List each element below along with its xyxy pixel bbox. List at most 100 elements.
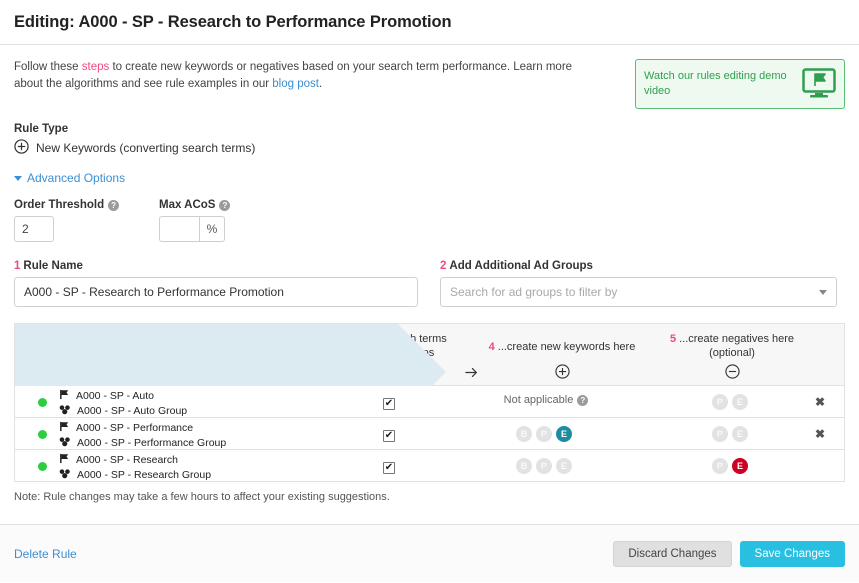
- match-type-badge-b[interactable]: B: [516, 458, 532, 474]
- steps-link[interactable]: steps: [82, 61, 110, 73]
- new-keywords-cell: Not applicable?: [455, 394, 637, 406]
- ad-group-info: A000 - SP - ResearchA000 - SP - Research…: [59, 453, 211, 483]
- blog-post-link[interactable]: blog post: [272, 78, 319, 90]
- caret-down-icon: [14, 176, 22, 181]
- step-number-3: 3: [331, 333, 337, 345]
- cut-off-next-row: [0, 575, 859, 583]
- intro-text-part1: Follow these: [14, 61, 82, 73]
- ad-group-info: A000 - SP - Auto A000 - SP - Auto Group: [59, 389, 187, 419]
- negative-match-badge-e[interactable]: E: [732, 458, 748, 474]
- table-row: A000 - SP - ResearchA000 - SP - Research…: [15, 450, 844, 482]
- status-dot: [38, 462, 47, 471]
- order-threshold-field: Order Threshold ?: [14, 199, 159, 242]
- rule-type-value: New Keywords (converting search terms): [36, 141, 255, 155]
- remove-row-button[interactable]: ✖: [815, 428, 825, 440]
- column-header-negatives: 5...create negatives here (optional): [657, 332, 807, 360]
- flag-icon: [59, 389, 70, 404]
- search-terms-checkbox[interactable]: ✔: [383, 398, 395, 410]
- discard-changes-button[interactable]: Discard Changes: [613, 541, 731, 567]
- negative-match-badge-e[interactable]: E: [732, 394, 748, 410]
- negatives-cell: PE: [657, 394, 807, 410]
- column-header-ad-groups: Ad Groups: [27, 346, 82, 360]
- plus-circle-icon: [14, 139, 29, 157]
- max-acos-field: Max ACoS ? %: [159, 199, 230, 242]
- match-type-badge-e[interactable]: E: [556, 426, 572, 442]
- add-ad-groups-select-wrap: [440, 277, 837, 307]
- match-type-badge-e[interactable]: E: [556, 458, 572, 474]
- search-terms-checkbox-cell: ✔: [321, 395, 457, 410]
- negative-match-badge-p[interactable]: P: [712, 458, 728, 474]
- status-dot: [38, 430, 47, 439]
- rule-name-input[interactable]: [14, 277, 418, 307]
- ad-group-icon: [59, 436, 71, 451]
- delete-rule-link[interactable]: Delete Rule: [14, 547, 77, 561]
- add-ad-groups-field: 2Add Additional Ad Groups: [440, 260, 837, 307]
- rule-type-value-row: New Keywords (converting search terms): [14, 139, 845, 157]
- negative-match-badge-p[interactable]: P: [712, 426, 728, 442]
- ad-group-icon: [59, 404, 71, 419]
- table-row: A000 - SP - Auto A000 - SP - Auto Group ✔ N…: [15, 386, 844, 418]
- intro-text-part3: .: [319, 78, 322, 90]
- negatives-cell: PE: [657, 426, 807, 442]
- new-keywords-cell: BPE: [455, 426, 637, 442]
- ad-group-name: A000 - SP - Auto Group: [77, 405, 187, 418]
- match-type-badge-p[interactable]: P: [536, 458, 552, 474]
- max-acos-input-group: %: [159, 216, 230, 242]
- order-threshold-label: Order Threshold: [14, 199, 104, 211]
- negative-match-badge-e[interactable]: E: [732, 426, 748, 442]
- footer-buttons: Discard Changes Save Changes: [613, 541, 845, 567]
- flag-icon: [59, 453, 70, 468]
- minus-circle-icon: [657, 364, 807, 382]
- campaign-name: A000 - SP - Performance: [76, 422, 193, 435]
- max-acos-label: Max ACoS: [159, 199, 215, 211]
- search-terms-checkbox[interactable]: ✔: [383, 462, 395, 474]
- percent-addon: %: [199, 216, 225, 242]
- rule-name-step-number: 1: [14, 260, 20, 272]
- help-circle-icon[interactable]: ?: [219, 200, 230, 211]
- match-type-badge-p[interactable]: P: [536, 426, 552, 442]
- watch-demo-video-box[interactable]: Watch our rules editing demo video: [635, 59, 845, 109]
- search-terms-checkbox[interactable]: ✔: [383, 430, 395, 442]
- title-bar: Editing: A000 - SP - Research to Perform…: [0, 0, 859, 45]
- help-circle-icon[interactable]: ?: [577, 395, 588, 406]
- not-applicable-label: Not applicable?: [455, 394, 637, 406]
- add-ad-groups-step-number: 2: [440, 260, 446, 272]
- ad-group-icon: [59, 468, 71, 483]
- max-acos-label-row: Max ACoS ?: [159, 199, 230, 211]
- campaign-name: A000 - SP - Research: [76, 454, 178, 467]
- ad-groups-table: Ad Groups 3Look for search terms in thes…: [14, 323, 845, 482]
- search-icon: [321, 366, 457, 382]
- rule-name-field: 1Rule Name: [14, 260, 418, 307]
- rule-type-label: Rule Type: [14, 123, 845, 135]
- page-title: Editing: A000 - SP - Research to Perform…: [14, 13, 451, 32]
- order-threshold-label-row: Order Threshold ?: [14, 199, 159, 211]
- watch-demo-video-label: Watch our rules editing demo video: [644, 69, 796, 99]
- add-ad-groups-label: Add Additional Ad Groups: [449, 260, 593, 272]
- negative-match-badge-p[interactable]: P: [712, 394, 728, 410]
- rule-name-label: Rule Name: [23, 260, 82, 272]
- max-acos-input[interactable]: [159, 216, 199, 242]
- help-circle-icon[interactable]: ?: [108, 200, 119, 211]
- ad-group-name: A000 - SP - Performance Group: [77, 437, 226, 450]
- advanced-options-toggle[interactable]: Advanced Options: [14, 171, 125, 185]
- column-header-new-keywords-line1: ...create new keywords here: [498, 341, 636, 353]
- order-threshold-input[interactable]: [14, 216, 54, 242]
- column-header-search-terms-line2: in these ad groups: [344, 347, 435, 359]
- save-changes-button[interactable]: Save Changes: [740, 541, 845, 567]
- advanced-options-label: Advanced Options: [27, 171, 125, 185]
- match-type-badge-b[interactable]: B: [516, 426, 532, 442]
- column-header-search-terms: 3Look for search terms in these ad group…: [321, 332, 457, 360]
- status-dot: [38, 398, 47, 407]
- search-terms-checkbox-cell: ✔: [321, 427, 457, 442]
- intro-paragraph: Follow these steps to create new keyword…: [14, 59, 574, 93]
- column-header-negatives-line1: ...create negatives here: [679, 333, 794, 345]
- campaign-name: A000 - SP - Auto: [76, 390, 154, 403]
- table-note: Note: Rule changes may take a few hours …: [14, 491, 845, 503]
- step-number-5: 5: [670, 333, 676, 345]
- name-and-adgroups-row: 1Rule Name 2Add Additional Ad Groups: [14, 260, 845, 307]
- new-keywords-cell: BPE: [455, 458, 637, 474]
- add-ad-groups-input[interactable]: [440, 277, 837, 307]
- table-body: A000 - SP - Auto A000 - SP - Auto Group ✔ N…: [15, 386, 844, 482]
- remove-row-button[interactable]: ✖: [815, 396, 825, 408]
- flag-icon: [59, 421, 70, 436]
